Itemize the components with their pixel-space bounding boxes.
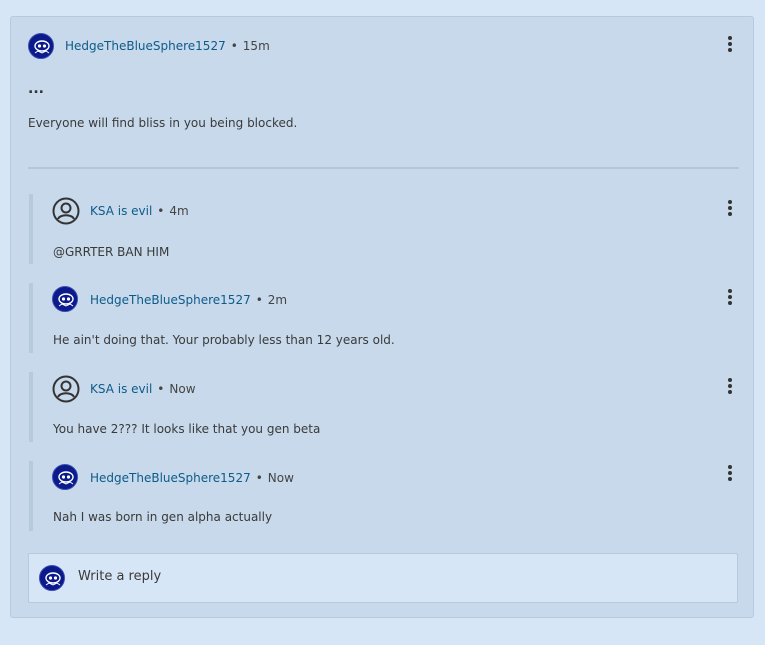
more-options-icon[interactable] — [722, 199, 738, 217]
separator-dot: • — [255, 293, 263, 307]
reply-thread-line — [29, 461, 33, 531]
reply-body: Nah I was born in gen alpha actually — [53, 510, 273, 524]
reply-input-placeholder[interactable]: Write a reply — [78, 569, 161, 584]
reply-author-line: HedgeTheBlueSphere1527 • Now — [90, 471, 294, 485]
reply-body: You have 2??? It looks like that you gen… — [53, 422, 321, 436]
reply-item: KSA is evil • Now You have 2??? It looks l… — [29, 372, 739, 442]
reply-author-line: KSA is evil • 4m — [90, 204, 189, 218]
timestamp: 2m — [267, 293, 288, 307]
timestamp: 4m — [169, 204, 189, 218]
reply-item: HedgeTheBlueSphere1527 • Now Nah I was bor… — [29, 461, 739, 531]
reply-body: @GRRTER BAN HIM — [53, 245, 170, 259]
more-options-icon[interactable] — [722, 35, 738, 53]
avatar[interactable] — [52, 464, 78, 490]
separator-dot: • — [157, 204, 165, 218]
username-link[interactable]: HedgeTheBlueSphere1527 — [90, 293, 251, 307]
avatar[interactable] — [28, 33, 54, 59]
separator-dot: • — [255, 471, 263, 485]
reply-author-line: KSA is evil • Now — [90, 382, 196, 396]
reply-author-line: HedgeTheBlueSphere1527 • 2m — [90, 293, 287, 307]
post-author-line: HedgeTheBlueSphere1527 • 15m — [65, 39, 270, 53]
post-ellipsis: ... — [28, 81, 44, 97]
timestamp: Now — [267, 471, 294, 485]
more-options-icon[interactable] — [722, 288, 738, 306]
post-body: Everyone will find bliss in you being bl… — [28, 116, 298, 130]
username-link[interactable]: KSA is evil — [90, 382, 152, 396]
avatar — [39, 565, 65, 591]
separator-dot: • — [157, 382, 165, 396]
reply-thread-line — [29, 283, 33, 353]
more-options-icon[interactable] — [722, 377, 738, 395]
reply-composer[interactable]: Write a reply — [28, 553, 738, 603]
reply-thread-line — [29, 194, 33, 264]
reply-body: He ain't doing that. Your probably less … — [53, 333, 395, 347]
timestamp: 15m — [242, 39, 270, 53]
username-link[interactable]: HedgeTheBlueSphere1527 — [90, 471, 251, 485]
separator-dot: • — [230, 39, 238, 53]
divider — [28, 167, 739, 169]
reply-item: KSA is evil • 4m @GRRTER BAN HIM — [29, 194, 739, 264]
comment-thread-card: HedgeTheBlueSphere1527 • 15m ... Everyone … — [10, 16, 754, 618]
reply-thread-line — [29, 372, 33, 442]
timestamp: Now — [169, 382, 196, 396]
user-outline-icon[interactable] — [52, 375, 80, 403]
more-options-icon[interactable] — [722, 464, 738, 482]
avatar[interactable] — [52, 286, 78, 312]
username-link[interactable]: KSA is evil — [90, 204, 152, 218]
user-outline-icon[interactable] — [52, 197, 80, 225]
reply-item: HedgeTheBlueSphere1527 • 2m He ain't doing… — [29, 283, 739, 353]
username-link[interactable]: HedgeTheBlueSphere1527 — [65, 39, 226, 53]
